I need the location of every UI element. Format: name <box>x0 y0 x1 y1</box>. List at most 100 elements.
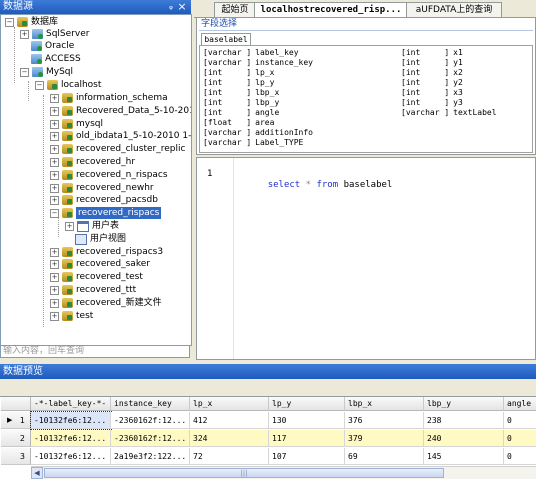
expand-icon[interactable]: + <box>50 195 59 205</box>
table-cell[interactable]: 412 <box>190 412 269 429</box>
tree-node-database[interactable]: + test <box>50 310 93 322</box>
tree-node-database[interactable]: + recovered_cluster_replic <box>50 143 185 155</box>
collapse-icon[interactable]: − <box>5 17 14 27</box>
table-cell[interactable]: 107 <box>269 448 345 465</box>
pin-button[interactable]: ᵩ <box>166 1 176 13</box>
tree-node-database[interactable]: + mysql <box>50 118 103 130</box>
field-item[interactable]: [int ] angle <box>203 108 279 117</box>
tree-node-database[interactable]: + recovered_ttt <box>50 284 136 296</box>
field-item[interactable]: [varchar ] instance_key <box>203 58 313 67</box>
field-item[interactable]: [int ] y1 <box>401 58 463 67</box>
column-header[interactable]: lp_x <box>190 397 269 411</box>
tree-node-sqlserver[interactable]: + SqlServer <box>20 28 89 40</box>
table-cell[interactable]: 117 <box>269 430 345 447</box>
tree-node-oracle[interactable]: Oracle <box>31 40 74 52</box>
field-item[interactable]: [float ] area <box>203 118 274 127</box>
table-cell[interactable]: 379 <box>345 430 424 447</box>
tree-node-database[interactable]: + recovered_pacsdb <box>50 194 158 206</box>
tree-node-user-tables[interactable]: + 用户表 <box>65 220 119 232</box>
tree-node-root[interactable]: − 数据库 <box>5 16 58 28</box>
tree-node-database[interactable]: − recovered_rispacs <box>50 207 162 219</box>
expand-icon[interactable]: + <box>50 157 59 167</box>
expand-icon[interactable]: + <box>50 131 59 141</box>
collapse-icon[interactable]: − <box>35 80 44 90</box>
expand-icon[interactable]: + <box>65 221 74 231</box>
column-header[interactable]: lbp_y <box>424 397 504 411</box>
expand-icon[interactable]: + <box>50 247 59 257</box>
sql-editor[interactable]: 1 select * from baselabel <box>196 157 536 360</box>
tree-node-database[interactable]: + recovered_rispacs3 <box>50 246 163 258</box>
tree-node-mysql[interactable]: − MySql <box>20 66 73 78</box>
row-header[interactable]: ▶ 1 <box>1 412 31 429</box>
column-header[interactable]: lbp_x <box>345 397 424 411</box>
field-item[interactable]: [varchar ] Label_TYPE <box>203 138 303 147</box>
expand-icon[interactable]: + <box>20 29 29 39</box>
tree-node-user-views[interactable]: 用户视图 <box>75 233 126 245</box>
tree-search-input[interactable]: 输入内容，回车查询 <box>0 345 190 358</box>
table-cell[interactable]: 240 <box>424 430 504 447</box>
expand-icon[interactable]: + <box>50 119 59 129</box>
expand-icon[interactable]: + <box>50 285 59 295</box>
table-cell[interactable]: 69 <box>345 448 424 465</box>
field-item[interactable]: [varchar ] additionInfo <box>203 128 313 137</box>
row-header[interactable]: 2 <box>1 430 31 447</box>
expand-icon[interactable]: + <box>50 170 59 180</box>
column-header[interactable]: lp_y <box>269 397 345 411</box>
field-item[interactable]: [int ] lp_x <box>203 68 274 77</box>
tree-node-database[interactable]: + recovered_test <box>50 271 143 283</box>
expand-icon[interactable]: + <box>50 311 59 321</box>
table-cell[interactable]: -10132fe6:12... <box>30 411 112 430</box>
tree-node-database[interactable]: + recovered_saker <box>50 258 150 270</box>
tree-node-database[interactable]: + recovered_n_rispacs <box>50 169 168 181</box>
horizontal-scrollbar[interactable]: ◀ ||| <box>31 466 536 479</box>
collapse-icon[interactable]: − <box>50 208 59 218</box>
field-item[interactable]: [int ] y3 <box>401 98 463 107</box>
collapse-icon[interactable]: − <box>20 67 29 77</box>
field-item[interactable]: [int ] y2 <box>401 78 463 87</box>
table-cell[interactable]: 324 <box>190 430 269 447</box>
column-header[interactable]: angle <box>504 397 536 411</box>
scroll-left-button[interactable]: ◀ <box>31 467 43 479</box>
table-cell[interactable]: 0 <box>504 448 536 465</box>
field-item[interactable]: [int ] lbp_x <box>203 88 279 97</box>
expand-icon[interactable]: + <box>50 106 59 116</box>
table-cell[interactable]: 0 <box>504 412 536 429</box>
column-header[interactable]: instance_key <box>111 397 190 411</box>
table-cell[interactable]: 376 <box>345 412 424 429</box>
tab-aufdata-query[interactable]: aUFDATA上的查询 <box>406 2 502 17</box>
field-item[interactable]: [int ] x2 <box>401 68 463 77</box>
expand-icon[interactable]: + <box>50 144 59 154</box>
tree-node-database[interactable]: + recovered_newhr <box>50 182 154 194</box>
expand-icon[interactable]: + <box>50 298 59 308</box>
field-item[interactable]: [int ] lbp_y <box>203 98 279 107</box>
table-cell[interactable]: -10132fe6:12... <box>31 448 111 465</box>
tab-start-page[interactable]: 起始页 <box>214 2 256 17</box>
field-item[interactable]: [varchar ] label_key <box>203 48 299 57</box>
tree-node-access[interactable]: ACCESS <box>31 53 81 65</box>
tree-node-database[interactable]: + recovered_新建文件 <box>50 297 162 309</box>
field-item[interactable]: [int ] x3 <box>401 88 463 97</box>
table-cell[interactable]: 145 <box>424 448 504 465</box>
tree-node-database[interactable]: + old_ibdata1_5-10-2010 1- <box>50 130 191 142</box>
expand-icon[interactable]: + <box>50 183 59 193</box>
tree-node-database[interactable]: + recovered_hr <box>50 156 135 168</box>
field-item[interactable]: [int ] lp_y <box>203 78 274 87</box>
table-cell[interactable]: -2360162f:12... <box>111 430 190 447</box>
table-cell[interactable]: 2a19e3f2:122... <box>111 448 190 465</box>
expand-icon[interactable]: + <box>50 93 59 103</box>
column-header[interactable]: -*-label_key-*- <box>31 397 111 411</box>
table-cell[interactable]: 238 <box>424 412 504 429</box>
row-header[interactable]: 3 <box>1 448 31 465</box>
table-cell[interactable]: -10132fe6:12... <box>31 430 111 447</box>
scroll-thumb[interactable]: ||| <box>44 468 444 478</box>
field-item[interactable]: [varchar ] textLabel <box>401 108 497 117</box>
table-cell[interactable]: 0 <box>504 430 536 447</box>
table-cell[interactable]: 72 <box>190 448 269 465</box>
expand-icon[interactable]: + <box>50 272 59 282</box>
field-item[interactable]: [int ] x1 <box>401 48 463 57</box>
tree-node-database[interactable]: + information_schema <box>50 92 168 104</box>
tree-node-localhost[interactable]: − localhost <box>35 79 101 91</box>
expand-icon[interactable]: + <box>50 259 59 269</box>
tree-node-database[interactable]: + Recovered_Data_5-10-2010 <box>50 105 191 117</box>
close-pane-button[interactable]: × <box>177 0 187 13</box>
